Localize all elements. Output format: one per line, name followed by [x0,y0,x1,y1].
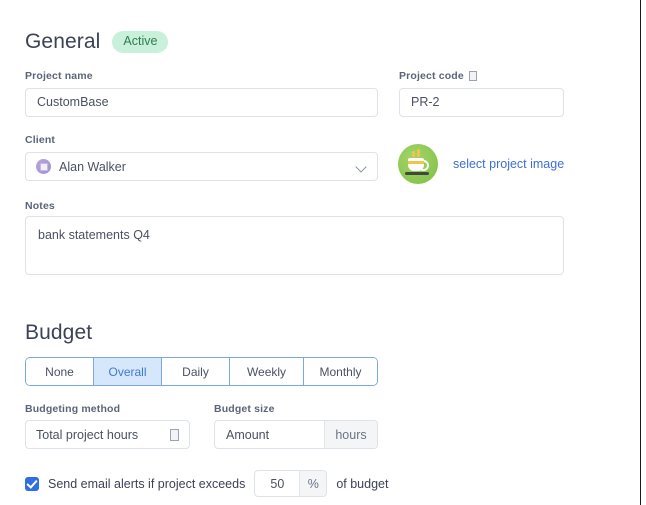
project-code-label: Project code [399,70,477,82]
cup-saucer [405,172,429,175]
client-label: Client [25,134,56,146]
cup-band [408,161,424,164]
dropdown-icon[interactable] [170,428,179,441]
info-icon[interactable] [468,71,477,81]
tab-weekly[interactable]: Weekly [230,358,304,385]
page-title: General [25,30,101,54]
project-settings-panel: General Active Project name CustomBase P… [0,0,641,505]
budget-section-header: Budget [25,322,92,343]
status-badge: Active [112,31,169,53]
project-name-value: CustomBase [37,95,109,110]
notes-value: bank statements Q4 [38,228,150,242]
notes-label: Notes [25,200,55,212]
tab-daily[interactable]: Daily [162,358,230,385]
right-gutter [641,0,646,505]
email-alert-threshold-input[interactable]: 50 % [254,470,328,497]
tab-none[interactable]: None [26,358,94,385]
client-select[interactable]: Alan Walker [25,152,378,181]
budget-size-label: Budget size [214,403,275,415]
email-alert-threshold-value: 50 [270,476,285,491]
email-alert-threshold-unit: % [299,471,327,496]
email-alert-text-before: Send email alerts if project exceeds [48,476,246,491]
select-project-image-link[interactable]: select project image [453,157,564,171]
project-name-input[interactable]: CustomBase [25,88,378,117]
budget-size-unit: hours [324,421,377,448]
budgeting-method-value: Total project hours [36,427,139,442]
project-image-preview[interactable] [398,144,438,184]
budgeting-method-select[interactable]: Total project hours [25,420,190,449]
steam-icon-1 [412,151,415,157]
budget-size-value: Amount [226,427,270,442]
project-code-input[interactable]: PR-2 [399,88,564,117]
budget-title: Budget [25,321,93,344]
tab-overall[interactable]: Overall [94,358,162,385]
email-alert-checkbox[interactable] [25,476,39,491]
tab-monthly[interactable]: Monthly [304,358,377,385]
coffee-cup-icon [408,158,429,171]
email-alert-text-after: of budget [336,476,389,491]
client-avatar-icon [36,159,51,174]
project-code-value: PR-2 [411,95,440,110]
client-selected-option: Alan Walker [36,159,126,174]
budget-period-tabs[interactable]: None Overall Daily Weekly Monthly [25,357,378,386]
budgeting-method-label: Budgeting method [25,403,121,415]
budget-size-input[interactable]: Amount hours [214,420,378,449]
steam-icon-2 [417,149,420,157]
email-alert-row: Send email alerts if project exceeds 50 … [25,470,388,497]
client-value: Alan Walker [59,159,126,174]
general-section-header: General Active [25,30,169,54]
project-name-label: Project name [25,70,93,82]
chevron-down-icon[interactable] [356,161,367,172]
notes-textarea[interactable]: bank statements Q4 [25,216,564,275]
